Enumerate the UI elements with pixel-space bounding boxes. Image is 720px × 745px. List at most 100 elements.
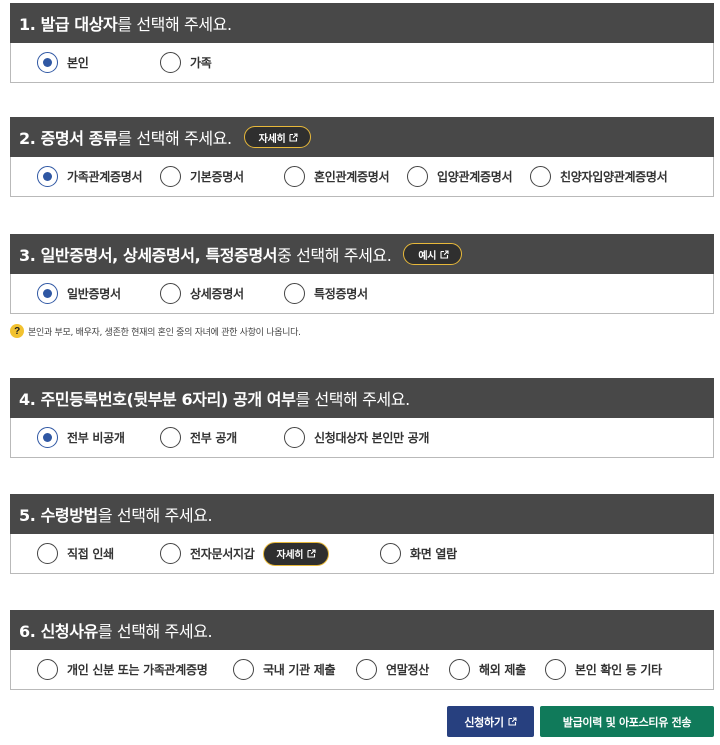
- radio-option-general[interactable]: 일반증명서: [37, 283, 160, 304]
- radio-button[interactable]: [37, 659, 58, 680]
- section-title: 2. 증명서 종류: [19, 129, 118, 148]
- section-title-rest: 를 선택해 주세요.: [117, 129, 232, 148]
- section-options: 일반증명서 상세증명서 특정증명서: [10, 274, 714, 314]
- radio-label: 직접 인쇄: [67, 547, 114, 561]
- radio-label: 혼인관계증명서: [314, 170, 390, 184]
- radio-button[interactable]: [449, 659, 470, 680]
- section-certificate-detail: 3. 일반증명서, 상세증명서, 특정증명서 중 선택해 주세요. 예시 일반증…: [10, 234, 714, 314]
- apply-button[interactable]: 신청하기: [447, 706, 534, 737]
- send-apostille-button[interactable]: 발급이력 및 아포스티유 전송: [540, 706, 714, 737]
- radio-label: 신청대상자 본인만 공개: [314, 431, 430, 445]
- section-title: 5. 수령방법: [19, 506, 98, 525]
- radio-button[interactable]: [37, 543, 58, 564]
- radio-label: 가족관계증명서: [67, 170, 143, 184]
- radio-button[interactable]: [356, 659, 377, 680]
- section-title-rest: 를 선택해 주세요.: [295, 390, 410, 409]
- radio-button[interactable]: [407, 166, 428, 187]
- radio-button[interactable]: [160, 543, 181, 564]
- radio-option-all-public[interactable]: 전부 공개: [160, 427, 284, 448]
- radio-option-full-adoption[interactable]: 친양자입양관계증명서: [530, 166, 668, 187]
- question-icon: ?: [10, 324, 24, 338]
- radio-label: 전부 공개: [190, 431, 237, 445]
- section-options: 본인 가족: [10, 43, 714, 83]
- section-title-rest: 을 선택해 주세요.: [97, 506, 213, 525]
- radio-label: 국내 기관 제출: [263, 663, 336, 677]
- radio-button[interactable]: [160, 52, 181, 73]
- section-options: 가족관계증명서 기본증명서 혼인관계증명서 입양관계증명서 친양자입양관계증명서: [10, 157, 714, 197]
- section-certificate-type: 2. 증명서 종류 를 선택해 주세요. 자세히 가족관계증명서 기본증명서 혼인…: [10, 117, 714, 197]
- radio-option-detailed[interactable]: 상세증명서: [160, 283, 284, 304]
- section-options: 직접 인쇄 전자문서지갑 자세히 화면 열람: [10, 534, 714, 574]
- radio-button[interactable]: [530, 166, 551, 187]
- radio-option-marriage[interactable]: 혼인관계증명서: [284, 166, 407, 187]
- radio-option-specific[interactable]: 특정증명서: [284, 283, 368, 304]
- radio-button[interactable]: [233, 659, 254, 680]
- radio-label: 일반증명서: [67, 287, 121, 301]
- radio-option-adoption[interactable]: 입양관계증명서: [407, 166, 530, 187]
- radio-option-e-wallet[interactable]: 전자문서지갑 자세히: [160, 541, 380, 566]
- section-options: 전부 비공개 전부 공개 신청대상자 본인만 공개: [10, 418, 714, 458]
- section-header: 4. 주민등록번호(뒷부분 6자리) 공개 여부 를 선택해 주세요.: [10, 378, 714, 418]
- radio-label: 상세증명서: [190, 287, 244, 301]
- radio-button[interactable]: [160, 283, 181, 304]
- section-title-rest: 를 선택해 주세요.: [117, 15, 232, 34]
- action-bar: 신청하기 발급이력 및 아포스티유 전송: [447, 706, 714, 737]
- wallet-detail-button[interactable]: 자세히: [263, 541, 330, 566]
- radio-label: 해외 제출: [479, 663, 526, 677]
- radio-option-etc[interactable]: 본인 확인 등 기타: [545, 659, 662, 680]
- send-button-label: 발급이력 및 아포스티유 전송: [562, 715, 692, 729]
- help-note: ? 본인과 부모, 배우자, 생존한 현재의 혼인 중의 자녀에 관한 사항이 …: [10, 324, 301, 338]
- radio-label: 친양자입양관계증명서: [560, 170, 668, 184]
- radio-label: 개인 신분 또는 가족관계증명: [67, 663, 208, 677]
- radio-label: 연말정산: [386, 663, 429, 677]
- radio-option-tax[interactable]: 연말정산: [356, 659, 449, 680]
- section-title: 3. 일반증명서, 상세증명서, 특정증명서: [19, 246, 278, 265]
- radio-button[interactable]: [37, 283, 58, 304]
- section-title-rest: 중 선택해 주세요.: [277, 246, 392, 265]
- radio-label: 전부 비공개: [67, 431, 125, 445]
- example-button[interactable]: 예시: [403, 243, 463, 265]
- section-title: 4. 주민등록번호(뒷부분 6자리) 공개 여부: [19, 390, 296, 409]
- radio-label: 화면 열람: [410, 547, 457, 561]
- radio-label: 기본증명서: [190, 170, 244, 184]
- radio-option-self-public[interactable]: 신청대상자 본인만 공개: [284, 427, 429, 448]
- radio-label: 특정증명서: [314, 287, 368, 301]
- radio-button[interactable]: [545, 659, 566, 680]
- radio-option-all-private[interactable]: 전부 비공개: [37, 427, 160, 448]
- radio-option-domestic[interactable]: 국내 기관 제출: [233, 659, 356, 680]
- radio-label: 전자문서지갑: [190, 547, 255, 561]
- radio-button[interactable]: [37, 52, 58, 73]
- section-title: 1. 발급 대상자: [19, 15, 118, 34]
- radio-option-family[interactable]: 가족: [160, 52, 212, 73]
- radio-button[interactable]: [284, 166, 305, 187]
- section-header: 6. 신청사유 를 선택해 주세요.: [10, 610, 714, 650]
- radio-button[interactable]: [284, 427, 305, 448]
- detail-button-label: 자세히: [276, 550, 304, 561]
- radio-button[interactable]: [380, 543, 401, 564]
- section-target: 1. 발급 대상자 를 선택해 주세요. 본인 가족: [10, 3, 714, 83]
- external-link-icon: [440, 249, 449, 259]
- radio-button[interactable]: [37, 166, 58, 187]
- radio-option-screen-view[interactable]: 화면 열람: [380, 543, 457, 564]
- detail-button-label: 자세히: [258, 133, 286, 145]
- section-title-rest: 를 선택해 주세요.: [97, 622, 213, 641]
- radio-button[interactable]: [160, 166, 181, 187]
- section-header: 2. 증명서 종류 를 선택해 주세요. 자세히: [10, 117, 714, 157]
- radio-option-family-relation[interactable]: 가족관계증명서: [37, 166, 160, 187]
- radio-option-print[interactable]: 직접 인쇄: [37, 543, 160, 564]
- radio-option-overseas[interactable]: 해외 제출: [449, 659, 545, 680]
- radio-option-basic[interactable]: 기본증명서: [160, 166, 284, 187]
- section-resident-number: 4. 주민등록번호(뒷부분 6자리) 공개 여부 를 선택해 주세요. 전부 비공…: [10, 378, 714, 458]
- radio-button[interactable]: [160, 427, 181, 448]
- example-button-label: 예시: [418, 250, 437, 262]
- radio-label: 가족: [190, 56, 212, 70]
- section-reason: 6. 신청사유 를 선택해 주세요. 개인 신분 또는 가족관계증명 국내 기관 …: [10, 610, 714, 690]
- radio-option-self[interactable]: 본인: [37, 52, 160, 73]
- radio-button[interactable]: [37, 427, 58, 448]
- radio-label: 본인 확인 등 기타: [575, 663, 662, 677]
- detail-button[interactable]: 자세히: [243, 126, 312, 148]
- radio-button[interactable]: [284, 283, 305, 304]
- section-title: 6. 신청사유: [19, 622, 98, 641]
- section-receive-method: 5. 수령방법 을 선택해 주세요. 직접 인쇄 전자문서지갑 자세히 화면 열람: [10, 494, 714, 574]
- radio-option-identity[interactable]: 개인 신분 또는 가족관계증명: [37, 659, 233, 680]
